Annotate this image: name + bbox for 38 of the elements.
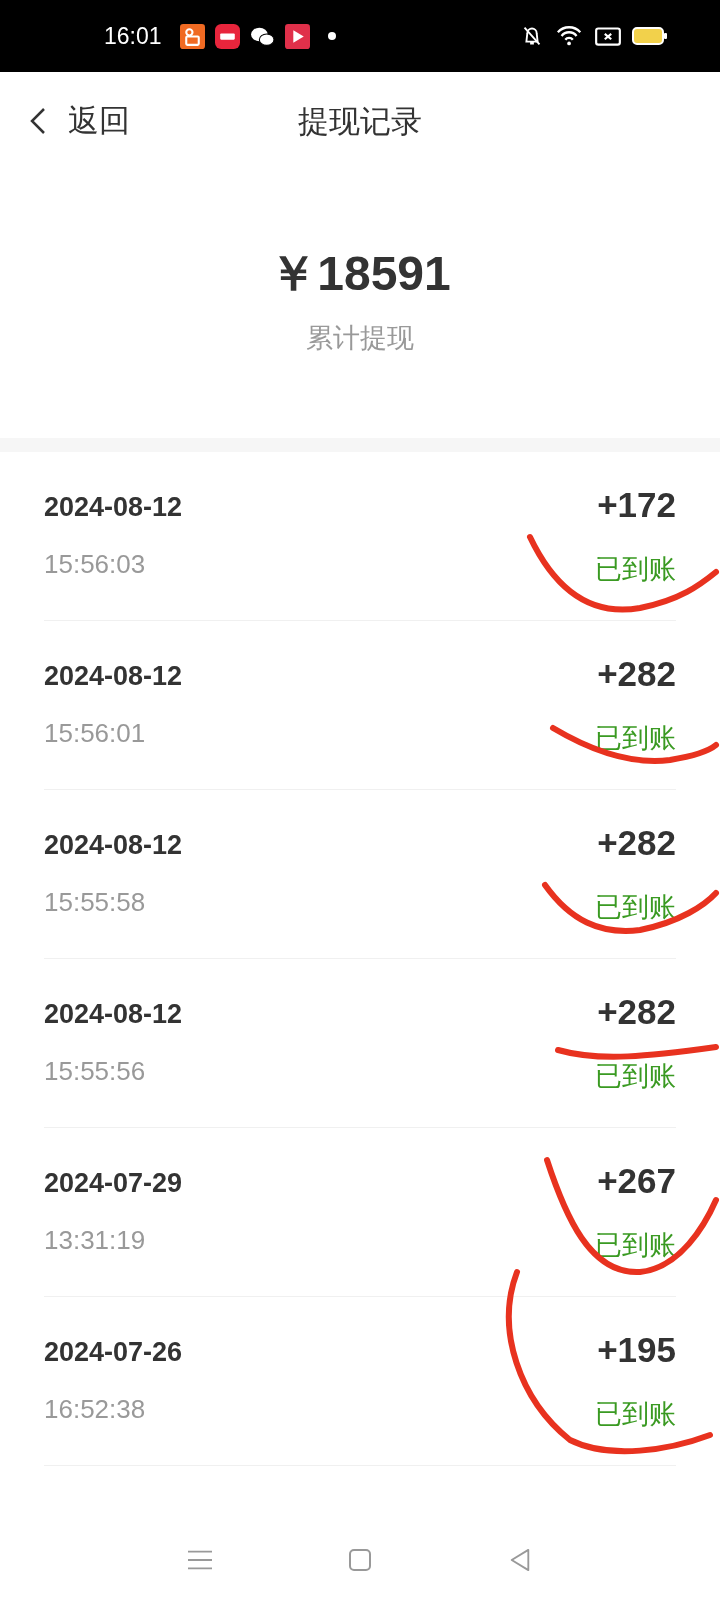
record-date: 2024-07-26 [44,1337,183,1368]
menu-icon[interactable] [188,1548,212,1572]
record-status: 已到账 [595,553,676,586]
record-status: 已到账 [595,1229,676,1262]
record-status: 已到账 [595,1398,676,1431]
record-amount: +195 [597,1330,676,1370]
notification-dot [327,32,336,40]
record-time: 15:55:58 [44,887,147,918]
play-icon [284,23,310,49]
back-icon[interactable] [508,1548,532,1572]
total-label: 累计提现 [306,322,414,355]
battery-icon [632,25,668,47]
total-amount: ￥18591 [269,246,451,302]
record-time: 13:31:19 [44,1225,147,1256]
record-status: 已到账 [595,891,676,924]
record-date: 2024-08-12 [44,830,183,861]
record-date: 2024-08-12 [44,661,183,692]
back-button[interactable]: 返回 [28,100,130,142]
record-date: 2024-08-12 [44,492,183,523]
video-app-icon [179,23,205,49]
sim-icon [594,24,622,48]
record-status: 已到账 [595,1060,676,1093]
page-title: 提现记录 [298,103,422,141]
home-icon[interactable] [348,1548,372,1572]
chevron-icon [28,106,48,136]
record-time: 15:56:01 [44,718,147,749]
record-amount: +267 [597,1161,676,1201]
record-amount: +282 [597,823,676,863]
record-date: 2024-07-29 [44,1168,183,1199]
record-time: 16:52:38 [44,1394,147,1425]
record-date: 2024-08-12 [44,999,183,1030]
record-amount: +172 [597,485,676,525]
wifi-icon [556,24,584,48]
record-time: 15:56:03 [44,549,147,580]
clock: 16:01 [104,22,162,50]
record-amount: +282 [597,992,676,1032]
record-amount: +282 [597,654,676,694]
record-time: 15:55:56 [44,1056,147,1087]
